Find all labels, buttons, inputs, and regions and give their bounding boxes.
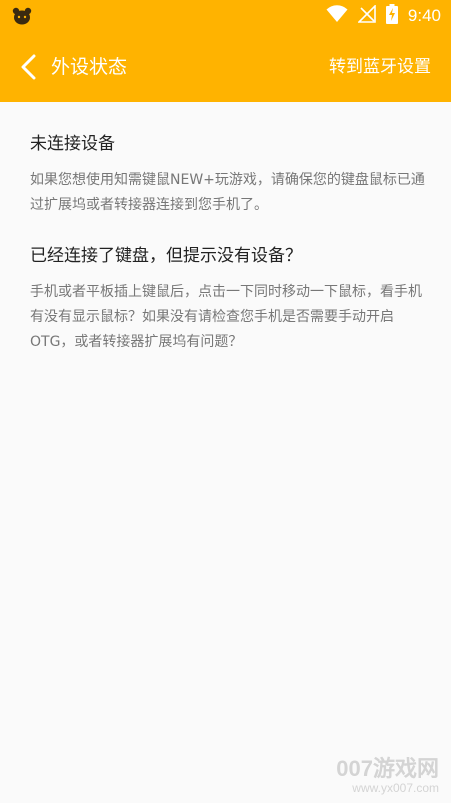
section-heading: 未连接设备 [30, 134, 115, 154]
watermark-url: www.yx007.com [352, 781, 439, 795]
bear-notification-icon [12, 7, 32, 25]
battery-charging-icon [385, 4, 398, 28]
status-time: 9:40 [407, 6, 441, 25]
section-body: 如果您想使用知需键鼠NEW+玩游戏，请确保您的键盘鼠标已通过扩展坞或者转接器连接… [30, 172, 425, 213]
section-no-device: 未连接设备 如果您想使用知需键鼠NEW+玩游戏，请确保您的键盘鼠标已通过扩展坞或… [30, 132, 426, 218]
status-bar: 9:40 [0, 0, 451, 32]
back-button[interactable] [12, 50, 46, 84]
no-signal-icon [356, 4, 376, 27]
section-heading: 已经连接了键盘，但提示没有设备？ [30, 246, 302, 266]
section-body: 手机或者平板插上键鼠后，点击一下同时移动一下鼠标，看手机有没有显示鼠标？如果没有… [30, 284, 422, 350]
toolbar: 外设状态 转到蓝牙设置 [0, 32, 451, 102]
watermark: 007游戏网 www.yx007.com [336, 756, 439, 796]
status-icons: 9:40 [326, 0, 441, 32]
wifi-icon [326, 5, 348, 27]
main-content: 未连接设备 如果您想使用知需键鼠NEW+玩游戏，请确保您的键盘鼠标已通过扩展坞或… [0, 102, 451, 803]
bluetooth-settings-button[interactable]: 转到蓝牙设置 [329, 32, 431, 102]
chevron-left-icon [21, 54, 36, 80]
page-title: 外设状态 [51, 56, 128, 78]
section-connected-no-device: 已经连接了键盘，但提示没有设备？ 手机或者平板插上键鼠后，点击一下同时移动一下鼠… [30, 244, 426, 355]
watermark-logo: 007游戏网 [336, 756, 439, 781]
